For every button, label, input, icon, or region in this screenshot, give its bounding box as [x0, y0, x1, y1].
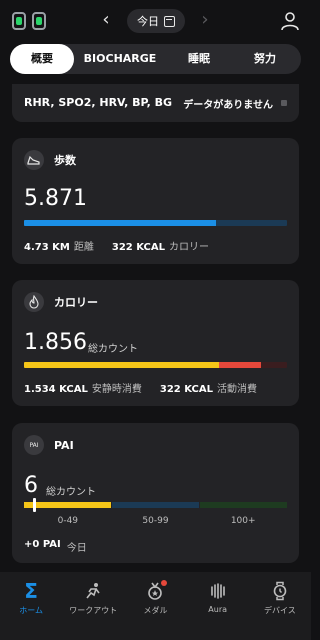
next-day-chevron-icon[interactable]: › [196, 9, 214, 31]
connected-devices[interactable] [12, 12, 46, 30]
resting-calories-fill [24, 362, 219, 368]
steps-card[interactable]: 歩数 5.871 4.73 KM 距離 322 KCAL カロリー [12, 138, 299, 264]
pai-range-high [200, 502, 287, 508]
pai-today-value: +0 PAI [24, 539, 61, 550]
steps-details: 4.73 KM 距離 322 KCAL カロリー [24, 238, 209, 253]
steps-value: 5.871 [24, 186, 87, 211]
date-selector[interactable]: 今日 [127, 9, 185, 33]
resting-calories-value: 1.534 KCAL [24, 384, 88, 395]
nav-medals-label: メダル [143, 606, 168, 615]
pai-range-mid [112, 502, 199, 508]
nav-home-label: ホーム [19, 606, 43, 615]
metrics-indicator [281, 100, 287, 106]
pai-range-low [24, 502, 111, 508]
health-metrics-card[interactable]: RHR, SPO2, HRV, BP, BG データがありません [12, 84, 299, 122]
calories-unit: 総カウント [88, 344, 138, 355]
section-tabs: 概要 BIOCHARGE 睡眠 努力 [10, 44, 301, 74]
pai-today-label: 今日 [66, 543, 87, 554]
tab-effort[interactable]: 努力 [232, 44, 298, 74]
shoe-icon [24, 150, 44, 170]
steps-progress-bar [24, 220, 287, 226]
bottom-navigation: Σ ホーム ワークアウト メダル Aura デバイス [0, 572, 311, 640]
nav-workout[interactable]: ワークアウト [62, 572, 124, 640]
pai-range-labels: 0-49 50-99 100+ [24, 516, 287, 526]
pai-card[interactable]: PAI PAI 6 総カウント 0-49 50-99 100+ +0 PAI 今… [12, 423, 299, 563]
steps-progress-fill [24, 220, 216, 226]
metrics-status: データがありません [183, 100, 273, 111]
calendar-icon [164, 15, 175, 27]
pai-value: 6 [24, 473, 38, 498]
active-calories-label: 活動消費 [216, 384, 257, 395]
medal-notification-dot [161, 580, 168, 586]
flame-icon [24, 292, 44, 312]
calories-value: 1.856 [24, 330, 87, 355]
tab-sleep[interactable]: 睡眠 [166, 44, 232, 74]
metrics-list: RHR, SPO2, HRV, BP, BG [24, 96, 172, 109]
nav-devices-label: デバイス [263, 606, 296, 615]
nav-medals[interactable]: メダル [124, 572, 186, 640]
date-label: 今日 [137, 15, 159, 28]
pai-range-bar [24, 502, 287, 508]
watch-device-icon[interactable] [12, 12, 26, 30]
nav-aura-label: Aura [208, 605, 228, 614]
pai-range-label-high: 100+ [230, 516, 256, 526]
pai-marker [33, 498, 37, 512]
profile-icon[interactable] [280, 11, 300, 31]
pai-unit: 総カウント [46, 487, 96, 498]
nav-home[interactable]: Σ ホーム [0, 572, 62, 640]
watch-icon [269, 580, 291, 602]
tab-biocharge[interactable]: BIOCHARGE [74, 44, 166, 74]
band-device-icon[interactable] [32, 12, 46, 30]
calories-progress-bar [24, 362, 287, 368]
top-bar: ‹ 今日 › [0, 0, 311, 44]
pai-title: PAI [54, 438, 74, 452]
previous-day-chevron-icon[interactable]: ‹ [97, 9, 115, 31]
active-calories-value: 322 KCAL [159, 384, 213, 395]
pai-icon: PAI [24, 435, 44, 455]
pai-range-label-low: 0-49 [57, 516, 79, 526]
nav-aura[interactable]: Aura [187, 572, 249, 640]
pai-range-label-mid: 50-99 [142, 516, 169, 526]
tab-overview[interactable]: 概要 [10, 44, 74, 74]
distance-label: 距離 [73, 242, 94, 253]
active-calories-fill [218, 362, 261, 368]
pai-today: +0 PAI 今日 [24, 539, 87, 554]
resting-calories-label: 安静時消費 [91, 384, 142, 395]
steps-title: 歩数 [54, 154, 76, 167]
calories-details: 1.534 KCAL 安静時消費 322 KCAL 活動消費 [24, 380, 257, 395]
running-icon [82, 580, 104, 602]
sigma-icon: Σ [24, 579, 38, 603]
distance-value: 4.73 KM [24, 242, 70, 253]
nav-devices[interactable]: デバイス [249, 572, 311, 640]
calories-title: カロリー [54, 296, 98, 309]
steps-calorie-value: 322 KCAL [111, 242, 165, 253]
aura-icon [207, 580, 229, 602]
nav-workout-label: ワークアウト [69, 606, 118, 615]
calories-card[interactable]: カロリー 1.856 総カウント 1.534 KCAL 安静時消費 322 KCA… [12, 280, 299, 406]
steps-calorie-label: カロリー [168, 242, 209, 253]
medal-icon [144, 580, 168, 602]
